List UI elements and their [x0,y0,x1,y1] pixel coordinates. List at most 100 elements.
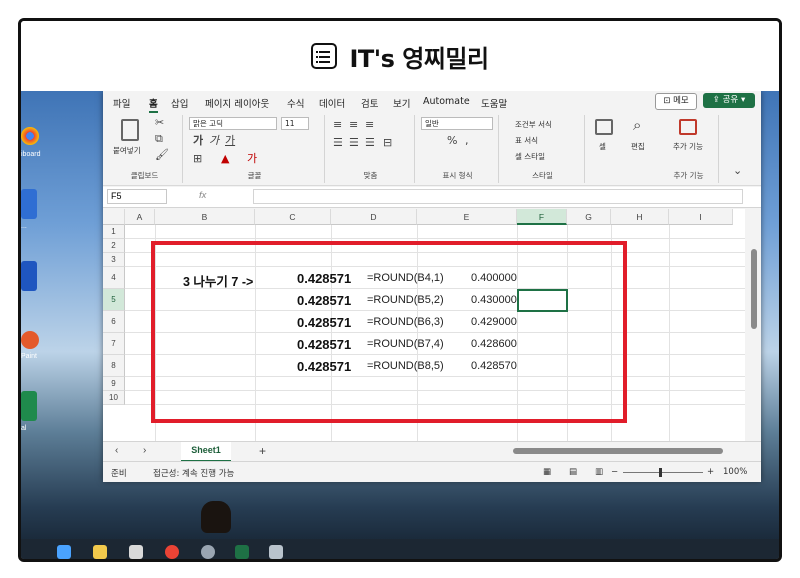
cut-icon[interactable]: ✂ [155,117,164,129]
search-icon[interactable]: ⌕ [633,118,641,133]
addins-icon[interactable] [679,119,697,135]
next-sheet-icon[interactable]: › [143,445,146,457]
border-icon[interactable]: ⊞ [193,153,202,165]
tab-view[interactable]: 보기 [393,96,410,110]
cell-styles-button[interactable]: 셀 스타일 [515,151,545,162]
fx-icon[interactable]: fx [199,190,206,201]
editing-label[interactable]: 편집 [631,141,645,152]
column-header[interactable]: C [255,209,331,225]
italic-icon[interactable]: 가 [209,135,219,147]
store-icon[interactable] [129,545,143,559]
column-header[interactable]: B [155,209,255,225]
tab-data[interactable]: 데이터 [319,96,345,110]
font-name-dropdown[interactable]: 맑은 고딕 [189,117,277,130]
app-icon[interactable] [21,189,37,219]
font-size-dropdown[interactable]: 11 [281,117,309,130]
paste-icon[interactable] [121,119,139,141]
zoom-in-icon[interactable]: + [707,467,714,477]
row-header[interactable]: 4 [103,267,125,289]
format-painter-icon[interactable]: 🖌 [155,149,169,161]
chrome-icon[interactable] [21,127,39,145]
add-sheet-icon[interactable]: + [259,445,266,457]
column-header[interactable]: F [517,209,567,225]
tab-help[interactable]: 도움말 [481,96,507,110]
accessibility-status[interactable]: 접근성: 계속 진행 가능 [153,467,234,479]
merge-icon[interactable]: ⊟ [383,137,392,149]
collapse-ribbon-icon[interactable]: ⌄ [733,165,742,177]
underline-icon[interactable]: 가 [225,135,235,147]
share-button[interactable]: ⇪ 공유 ▾ [703,93,755,108]
tab-home[interactable]: 홈 [149,96,158,113]
paint-icon[interactable] [21,331,39,349]
column-header[interactable]: A [125,209,155,225]
normal-view-icon[interactable]: ▦ [543,467,551,477]
zoom-slider[interactable] [623,472,703,473]
format-as-table-button[interactable]: 표 서식 [515,135,538,146]
row-header[interactable]: 5 [103,289,125,311]
zoom-out-icon[interactable]: − [611,467,618,477]
fill-color-icon[interactable]: ▲ [221,153,229,165]
number-group-label: 표시 형식 [442,171,473,180]
horizontal-scrollbar[interactable] [513,448,723,454]
column-header[interactable]: G [567,209,611,225]
page-layout-view-icon[interactable]: ▤ [569,467,577,477]
memo-button[interactable]: ⊡ 메모 [655,93,697,110]
zoom-slider-knob[interactable] [659,468,662,477]
row-header[interactable]: 9 [103,377,125,391]
align-left-icon[interactable]: ☰ [333,137,343,149]
excel-taskbar-icon[interactable] [235,545,249,559]
name-box[interactable]: F5 [107,189,167,204]
row-header[interactable]: 1 [103,225,125,239]
tab-formulas[interactable]: 수식 [287,96,304,110]
cells-icon[interactable] [595,119,613,135]
page-break-view-icon[interactable]: ▥ [595,467,603,477]
tab-file[interactable]: 파일 [113,96,130,110]
row-header[interactable]: 3 [103,253,125,267]
vertical-scroll-thumb[interactable] [751,249,757,329]
tab-insert[interactable]: 삽입 [171,96,188,110]
paste-label[interactable]: 붙여넣기 [113,145,141,156]
vertical-scrollbar[interactable] [747,209,761,441]
spreadsheet-grid[interactable]: A B C D E F G H I 1 2 3 4 5 6 7 8 9 10 3 나누기 7 -> 0.428571 =R… [103,209,745,441]
addins-button-label[interactable]: 추가 기능 [673,141,703,152]
row-header[interactable]: 7 [103,333,125,355]
app-icon[interactable] [21,391,37,421]
copy-icon[interactable]: ⧉ [155,133,163,145]
sheet-tab[interactable]: Sheet1 [181,442,231,462]
column-header[interactable]: I [669,209,733,225]
tab-review[interactable]: 검토 [361,96,378,110]
zoom-level[interactable]: 100% [723,467,747,477]
align-right-icon[interactable]: ☰ [365,137,375,149]
chrome-taskbar-icon[interactable] [165,545,179,559]
app-icon[interactable] [21,261,37,291]
column-header[interactable]: E [417,209,517,225]
tab-page-layout[interactable]: 페이지 레이아웃 [205,96,269,110]
app-taskbar-icon[interactable] [269,545,283,559]
font-color-icon[interactable]: 가 [247,153,257,165]
settings-icon[interactable] [201,545,215,559]
row-header[interactable]: 2 [103,239,125,253]
bold-icon[interactable]: 가 [193,135,203,147]
column-header[interactable]: D [331,209,417,225]
align-middle-icon[interactable]: ≡ [349,119,358,131]
tab-automate[interactable]: Automate [423,96,470,107]
start-icon[interactable] [57,545,71,559]
row-header[interactable]: 10 [103,391,125,405]
highlight-box [151,241,627,423]
file-explorer-icon[interactable] [93,545,107,559]
number-format-dropdown[interactable]: 일반 [421,117,493,130]
formula-input[interactable] [253,189,743,204]
row-header[interactable]: 8 [103,355,125,377]
percent-icon[interactable]: % [447,135,457,147]
cells-group: 셀 [587,115,621,183]
prev-sheet-icon[interactable]: ‹ [115,445,118,457]
select-all-corner[interactable] [103,209,125,225]
align-top-icon[interactable]: ≡ [333,119,342,131]
cells-label[interactable]: 셀 [599,141,606,152]
row-header[interactable]: 6 [103,311,125,333]
column-header[interactable]: H [611,209,669,225]
comma-icon[interactable]: , [465,135,469,147]
conditional-format-button[interactable]: 조건부 서식 [515,119,552,130]
align-bottom-icon[interactable]: ≡ [365,119,374,131]
align-center-icon[interactable]: ☰ [349,137,359,149]
